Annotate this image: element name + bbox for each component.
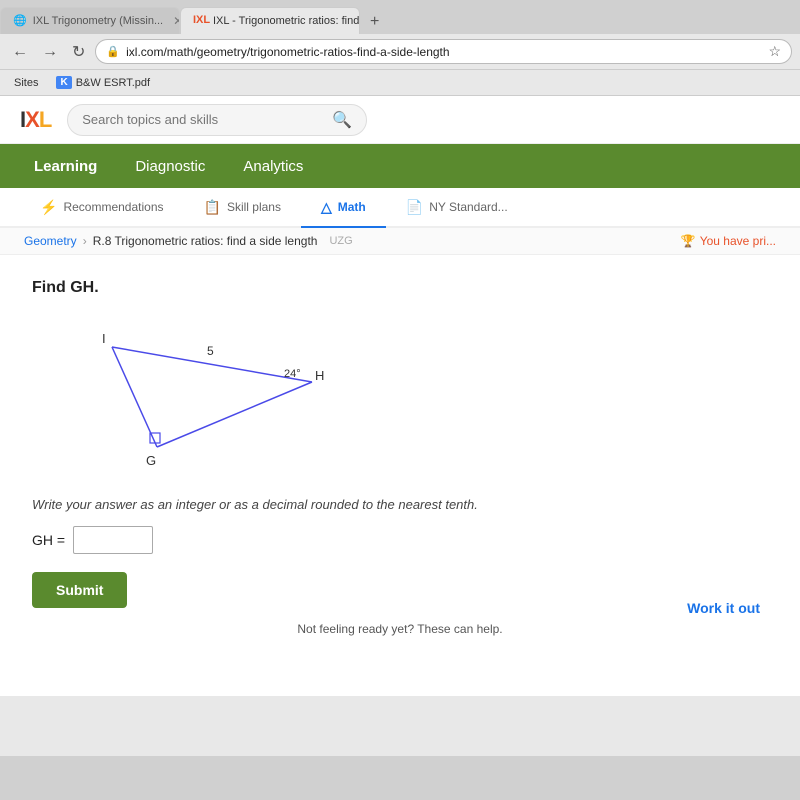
ny-standards-icon: 📄 [406, 199, 423, 216]
subnav-skill-plans[interactable]: 📋 Skill plans [184, 188, 301, 228]
submit-button[interactable]: Submit [32, 572, 127, 608]
address-text: ixl.com/math/geometry/trigonometric-rati… [126, 45, 762, 59]
instruction-text: Write your answer as an integer or as a … [32, 497, 768, 512]
tab1-favicon: 🌐 [13, 14, 27, 28]
new-tab-button[interactable]: + [360, 10, 389, 34]
refresh-button[interactable]: ↻ [68, 40, 89, 64]
work-it-out-link[interactable]: Work it out [687, 600, 760, 616]
forward-button[interactable]: → [38, 41, 62, 63]
svg-text:G: G [146, 453, 156, 468]
subnav-recommendations-label: Recommendations [63, 200, 163, 214]
ixl-logo: IXL [20, 107, 51, 133]
subnav-math-label: Math [338, 200, 366, 214]
bottom-bar [0, 696, 800, 756]
bookmark-star-icon[interactable]: ☆ [768, 43, 781, 60]
search-bar[interactable]: 🔍 [67, 104, 367, 136]
bookmark-sites-label: Sites [14, 77, 38, 89]
answer-row: GH = [32, 526, 768, 554]
skill-plans-icon: 📋 [204, 199, 221, 216]
tab-bar: 🌐 IXL Trigonometry (Missin... ✕ IXL IXL … [0, 0, 800, 34]
breadcrumb-geometry-link[interactable]: Geometry [24, 234, 77, 248]
breadcrumb: Geometry › R.8 Trigonometric ratios: fin… [24, 234, 353, 248]
bookmarks-bar: Sites K B&W ESRT.pdf [0, 70, 800, 96]
bookmark-esrt[interactable]: K B&W ESRT.pdf [52, 75, 154, 90]
tab1-label: IXL Trigonometry (Missin... [33, 15, 163, 27]
browser-chrome: 🌐 IXL Trigonometry (Missin... ✕ IXL IXL … [0, 0, 800, 96]
svg-text:I: I [102, 331, 106, 346]
tab2-label: IXL - Trigonometric ratios: find a... [213, 15, 360, 27]
svg-text:H: H [315, 368, 324, 383]
ixl-page: IXL 🔍 Learning Diagnostic Analytics ⚡ Re… [0, 96, 800, 696]
not-ready-text: Not feeling ready yet? These can help. [297, 622, 502, 636]
content-area: Find GH. I H G 5 24° Write your [0, 255, 800, 696]
recommendations-icon: ⚡ [40, 199, 57, 216]
prize-notice: 🏆 You have pri... [681, 234, 776, 248]
triangle-diagram: I H G 5 24° [52, 317, 352, 477]
trophy-icon: 🏆 [681, 234, 696, 248]
logo-x: X [25, 107, 39, 132]
answer-input[interactable] [73, 526, 153, 554]
subnav-skill-plans-label: Skill plans [227, 200, 281, 214]
ixl-header: IXL 🔍 [0, 96, 800, 144]
prize-text: You have pri... [700, 234, 776, 248]
math-icon: △ [321, 199, 332, 216]
address-bar[interactable]: 🔒 ixl.com/math/geometry/trigonometric-ra… [95, 39, 792, 64]
triangle-svg: I H G 5 24° [52, 317, 352, 477]
breadcrumb-current: R.8 Trigonometric ratios: find a side le… [93, 234, 318, 248]
tab-2[interactable]: IXL IXL - Trigonometric ratios: find a..… [180, 7, 360, 34]
breadcrumb-separator: › [83, 234, 87, 248]
question-title: Find GH. [32, 279, 768, 297]
answer-label: GH = [32, 532, 65, 548]
back-button[interactable]: ← [8, 41, 32, 63]
subnav-ny-standards-label: NY Standard... [429, 200, 508, 214]
tab1-close[interactable]: ✕ [173, 14, 180, 28]
svg-text:5: 5 [207, 344, 214, 358]
nav-learning[interactable]: Learning [30, 148, 101, 185]
bookmark-esrt-favicon: K [56, 76, 71, 89]
green-nav: Learning Diagnostic Analytics [0, 144, 800, 188]
logo-l: L [39, 107, 51, 132]
search-icon: 🔍 [332, 110, 352, 130]
search-input[interactable] [82, 112, 324, 127]
sub-nav: ⚡ Recommendations 📋 Skill plans △ Math 📄… [0, 188, 800, 228]
bookmark-esrt-label: B&W ESRT.pdf [76, 77, 150, 89]
subnav-math[interactable]: △ Math [301, 188, 386, 228]
nav-diagnostic[interactable]: Diagnostic [131, 148, 209, 185]
nav-analytics[interactable]: Analytics [239, 148, 307, 185]
breadcrumb-label: UZG [329, 235, 352, 247]
tab-1[interactable]: 🌐 IXL Trigonometry (Missin... ✕ [0, 7, 180, 34]
lock-icon: 🔒 [106, 45, 120, 58]
address-bar-row: ← → ↻ 🔒 ixl.com/math/geometry/trigonomet… [0, 34, 800, 70]
breadcrumb-bar: Geometry › R.8 Trigonometric ratios: fin… [0, 228, 800, 255]
subnav-ny-standards[interactable]: 📄 NY Standard... [386, 188, 528, 228]
bookmark-sites[interactable]: Sites [10, 76, 42, 90]
svg-text:24°: 24° [284, 368, 301, 380]
tab2-favicon: IXL [193, 14, 207, 28]
subnav-recommendations[interactable]: ⚡ Recommendations [20, 188, 184, 228]
